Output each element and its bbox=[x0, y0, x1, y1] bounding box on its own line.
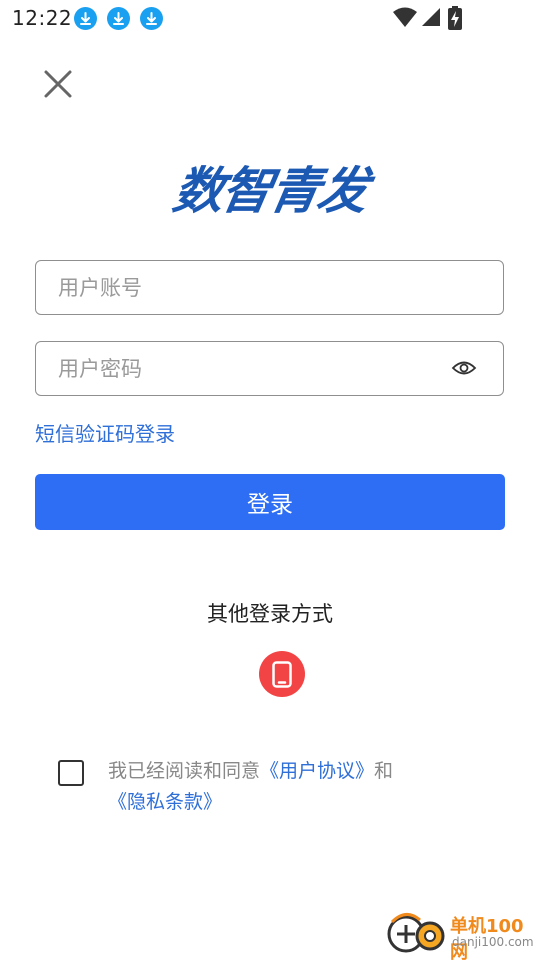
logo-text: 数智青发 bbox=[168, 162, 372, 220]
other-login-title: 其他登录方式 bbox=[207, 602, 333, 626]
eye-icon bbox=[451, 361, 477, 375]
account-input[interactable] bbox=[56, 261, 440, 315]
login-button[interactable]: 登录 bbox=[35, 474, 505, 530]
watermark-logo-icon bbox=[387, 913, 445, 953]
agreement-checkbox[interactable] bbox=[58, 760, 84, 786]
user-agreement-link[interactable]: 《用户协议》 bbox=[260, 760, 374, 782]
phone-login-button[interactable] bbox=[259, 651, 305, 697]
watermark: 单机100网 danji100.com bbox=[386, 908, 536, 963]
download-icon bbox=[107, 7, 130, 30]
password-input[interactable] bbox=[56, 342, 440, 396]
signal-icon bbox=[422, 8, 440, 26]
download-icon bbox=[74, 7, 97, 30]
download-icon bbox=[140, 7, 163, 30]
privacy-policy-link[interactable]: 《隐私条款》 bbox=[108, 791, 222, 813]
close-icon bbox=[44, 70, 72, 98]
wifi-icon bbox=[393, 7, 417, 27]
account-field[interactable] bbox=[35, 260, 504, 315]
close-button[interactable] bbox=[40, 66, 76, 102]
password-visibility-toggle[interactable] bbox=[451, 357, 477, 383]
app-logo: 数智青发 bbox=[138, 160, 402, 222]
sms-login-link[interactable]: 短信验证码登录 bbox=[35, 418, 175, 447]
password-field[interactable] bbox=[35, 341, 504, 396]
status-bar: 12:22 bbox=[0, 0, 540, 36]
watermark-domain: danji100.com bbox=[452, 935, 534, 949]
phone-icon bbox=[272, 661, 292, 688]
battery-charging-icon bbox=[448, 6, 462, 30]
agreement-text: 我已经阅读和同意《用户协议》和《隐私条款》 bbox=[108, 756, 503, 818]
status-time: 12:22 bbox=[12, 6, 73, 30]
agreement-prefix: 我已经阅读和同意 bbox=[108, 760, 261, 782]
agreement-and: 和 bbox=[374, 760, 394, 782]
